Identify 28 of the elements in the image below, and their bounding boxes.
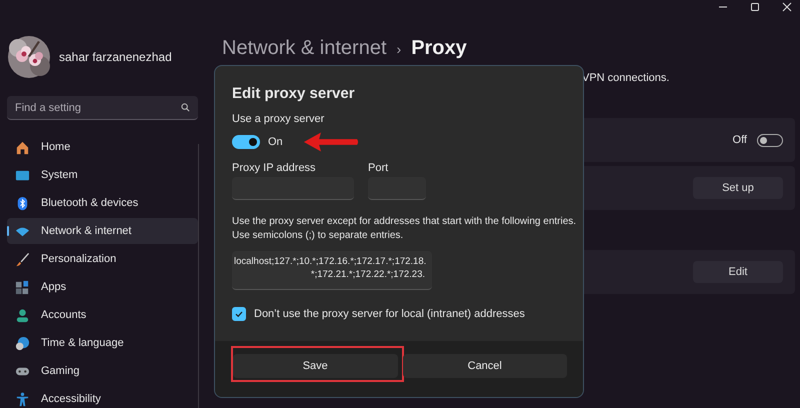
- field-label: Port: [368, 162, 390, 174]
- breadcrumb-parent[interactable]: Network & internet: [222, 37, 387, 60]
- nav-item[interactable]: System: [7, 162, 198, 188]
- dialog-button[interactable]: Save: [233, 354, 398, 378]
- toggle-label: Use a proxy server: [232, 113, 326, 125]
- user-name: sahar farzanenezhad: [59, 50, 172, 64]
- card-button[interactable]: Set up: [693, 177, 783, 199]
- search-field[interactable]: Find a setting: [7, 96, 198, 120]
- nav-item[interactable]: Home: [7, 134, 198, 160]
- toggle-state: On: [268, 136, 283, 148]
- card-button[interactable]: Edit: [693, 261, 783, 283]
- nav-item[interactable]: Gaming: [7, 358, 198, 384]
- nav-item[interactable]: Personalization: [7, 246, 198, 272]
- page-title: Proxy: [411, 37, 467, 60]
- field-label: Proxy IP address: [232, 162, 317, 174]
- dialog-title: Edit proxy server: [232, 85, 356, 102]
- nav-item[interactable]: Time & language: [7, 330, 198, 356]
- nav-item[interactable]: Apps: [7, 274, 198, 300]
- breadcrumb-separator: ›: [396, 41, 402, 57]
- nav-item[interactable]: Bluetooth & devices: [7, 190, 198, 216]
- checkbox-label: Don’t use the proxy server for local (intranet) addresses: [254, 308, 525, 320]
- nav-item[interactable]: Accessibility: [7, 386, 198, 408]
- toggle-state: Off: [732, 134, 747, 146]
- nav-item[interactable]: Network & internet: [7, 218, 198, 244]
- exceptions-description: Use the proxy server except for addresses that start with the following entries. Use semicolons (;) to separate entries.: [232, 215, 578, 243]
- nav-item[interactable]: Accounts: [7, 302, 198, 328]
- dialog-button[interactable]: Cancel: [402, 354, 567, 378]
- exceptions-field[interactable]: localhost;127.*;10.*;172.16.*;172.17.*;172.18. *;172.21.*;172.22.*;172.23.: [232, 251, 432, 290]
